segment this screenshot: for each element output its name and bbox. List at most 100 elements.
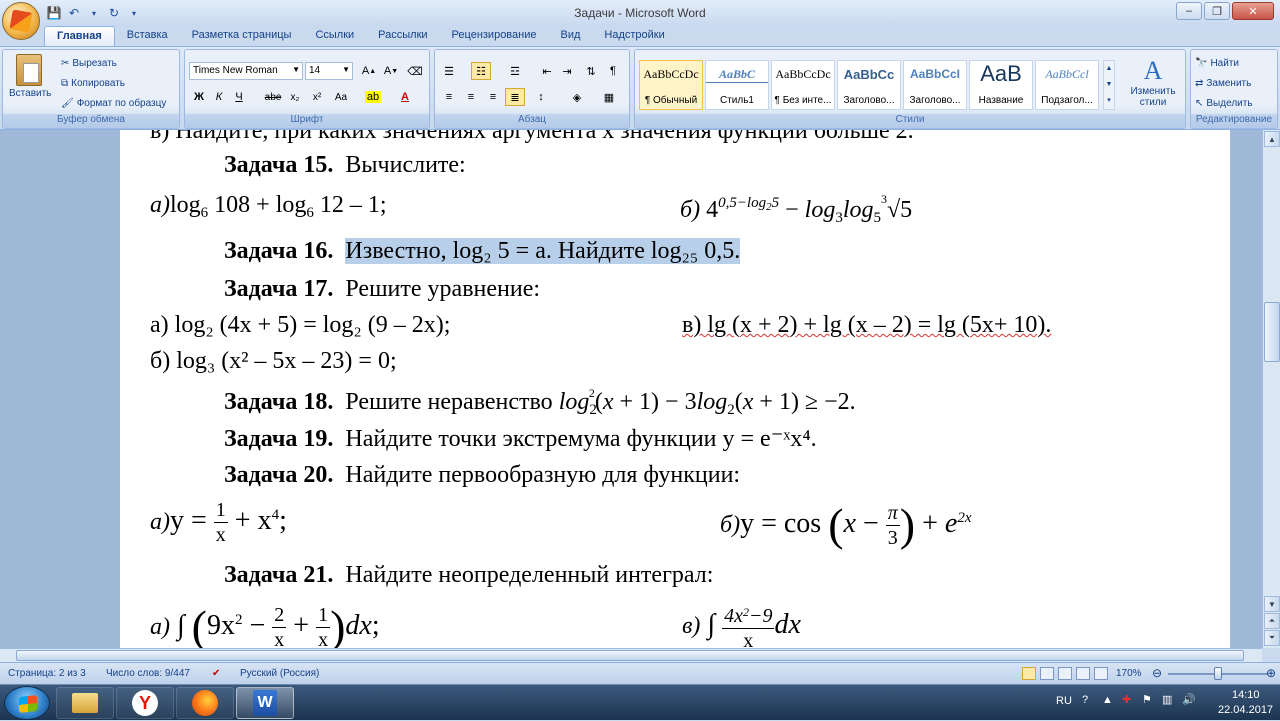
find-button[interactable]: 🔭 Найти xyxy=(1195,54,1239,72)
help-icon[interactable]: ? xyxy=(1082,694,1088,706)
tab-insert[interactable]: Вставка xyxy=(115,26,180,46)
clock-date[interactable]: 22.04.2017 xyxy=(1218,704,1273,716)
select-button[interactable]: ↖ Выделить xyxy=(1195,94,1253,112)
zoom-in-icon[interactable]: ⊕ xyxy=(1266,666,1276,680)
restore-button[interactable]: ❐ xyxy=(1204,2,1230,20)
proofing-icon[interactable]: ✔ xyxy=(212,668,220,679)
style-name: Заголово... xyxy=(843,95,895,106)
style-subtitle[interactable]: AaBbCcl Подзагол... xyxy=(1035,60,1099,110)
style-title[interactable]: AaB Название xyxy=(969,60,1033,110)
justify-icon[interactable]: ≣ xyxy=(505,88,525,106)
decrease-indent-icon[interactable]: ⇤ xyxy=(537,62,557,80)
tab-home[interactable]: Главная xyxy=(44,26,115,46)
style-heading-1[interactable]: AaBbCc Заголово... xyxy=(837,60,901,110)
scroll-thumb[interactable] xyxy=(1264,302,1280,362)
change-case-button[interactable]: Aa xyxy=(331,88,351,106)
input-language[interactable]: RU xyxy=(1056,695,1072,707)
clock-time[interactable]: 14:10 xyxy=(1232,689,1260,701)
scroll-down-icon[interactable]: ▼ xyxy=(1264,596,1280,612)
superscript-button[interactable]: x² xyxy=(307,88,327,106)
next-page-icon[interactable]: ⏷ xyxy=(1264,630,1280,646)
document-page[interactable]: в) Найдите, при каких значениях аргумент… xyxy=(120,130,1230,648)
align-right-icon[interactable]: ≡ xyxy=(483,88,503,106)
minimize-button[interactable]: – xyxy=(1176,2,1202,20)
item-letter: а) xyxy=(150,192,170,218)
grow-font-button[interactable]: A ▲ xyxy=(359,62,379,80)
multilevel-list-icon[interactable]: ☲ xyxy=(505,62,525,80)
network-icon[interactable]: ▥ xyxy=(1162,693,1172,706)
show-marks-icon[interactable]: ¶ xyxy=(603,62,623,80)
zoom-out-icon[interactable]: ⊖ xyxy=(1152,666,1162,680)
web-layout-icon[interactable] xyxy=(1058,667,1072,680)
document-area[interactable]: в) Найдите, при каких значениях аргумент… xyxy=(0,130,1262,648)
underline-button[interactable]: Ч xyxy=(229,88,249,106)
yandex-taskbar-button[interactable]: Y xyxy=(116,687,174,719)
scroll-up-icon[interactable]: ▲ xyxy=(1264,131,1280,147)
tab-mailings[interactable]: Рассылки xyxy=(366,26,439,46)
prev-page-icon[interactable]: ⏶ xyxy=(1264,613,1280,629)
strikethrough-button[interactable]: abe xyxy=(263,88,283,106)
firefox-taskbar-button[interactable] xyxy=(176,687,234,719)
tab-addins[interactable]: Надстройки xyxy=(592,26,676,46)
shrink-font-button[interactable]: A ▼ xyxy=(381,62,401,80)
notifications-icon[interactable]: ▲ xyxy=(1102,694,1113,706)
sort-icon[interactable]: ⇅ xyxy=(581,62,601,80)
print-layout-icon[interactable] xyxy=(1022,667,1036,680)
outline-icon[interactable] xyxy=(1076,667,1090,680)
vertical-scrollbar[interactable]: ▲ ▼ ⏶ ⏷ xyxy=(1262,130,1280,648)
office-button[interactable] xyxy=(2,2,40,40)
subscript-button[interactable]: x₂ xyxy=(285,88,305,106)
tab-review[interactable]: Рецензирование xyxy=(440,26,549,46)
increase-indent-icon[interactable]: ⇥ xyxy=(557,62,577,80)
bullets-icon[interactable]: ☰ xyxy=(439,62,459,80)
antivirus-icon[interactable]: ✚ xyxy=(1122,693,1131,706)
close-button[interactable]: ✕ xyxy=(1232,2,1274,20)
clear-format-icon[interactable]: ⌫ xyxy=(405,62,425,80)
word-taskbar-button[interactable]: W xyxy=(236,687,294,719)
style-no-spacing[interactable]: AaBbCcDc ¶ Без инте... xyxy=(771,60,835,110)
tab-page-layout[interactable]: Разметка страницы xyxy=(180,26,304,46)
page-count[interactable]: Страница: 2 из 3 xyxy=(8,668,86,679)
align-center-icon[interactable]: ≡ xyxy=(461,88,481,106)
change-styles-button[interactable]: A Изменить стили xyxy=(1123,56,1183,108)
style-normal[interactable]: AaBbCcDc ¶ Обычный xyxy=(639,60,703,110)
tab-view[interactable]: Вид xyxy=(549,26,593,46)
align-left-icon[interactable]: ≡ xyxy=(439,88,459,106)
word-count[interactable]: Число слов: 9/447 xyxy=(106,668,190,679)
font-size-combo[interactable]: 14 ▼ xyxy=(305,62,353,80)
styles-scroll[interactable]: ▲ ▼ ▾ xyxy=(1103,60,1115,110)
italic-button[interactable]: К xyxy=(209,88,229,106)
format-painter-button[interactable]: 🖌 Формат по образцу xyxy=(61,94,166,112)
bold-button[interactable]: Ж xyxy=(189,88,209,106)
action-center-icon[interactable]: ⚑ xyxy=(1142,693,1152,706)
zoom-level[interactable]: 170% xyxy=(1116,668,1142,679)
clipboard-group-label: Буфер обмена xyxy=(3,114,179,128)
highlight-icon[interactable]: ab xyxy=(363,88,383,106)
numbering-icon[interactable]: ☷ xyxy=(471,62,491,80)
font-color-icon[interactable]: A xyxy=(395,88,415,106)
volume-icon[interactable]: 🔊 xyxy=(1182,693,1196,706)
replace-button[interactable]: ⇄ Заменить xyxy=(1195,74,1251,92)
paste-button[interactable]: Вставить xyxy=(9,54,51,99)
explorer-taskbar-button[interactable] xyxy=(56,687,114,719)
font-name-combo[interactable]: Times New Roman ▼ xyxy=(189,62,303,80)
style-heading-2[interactable]: AaBbCcI Заголово... xyxy=(903,60,967,110)
horizontal-scrollbar[interactable] xyxy=(0,648,1262,662)
shading-icon[interactable]: ◈ xyxy=(567,88,587,106)
tab-references[interactable]: Ссылки xyxy=(303,26,366,46)
copy-button[interactable]: ⧉ Копировать xyxy=(61,74,125,92)
language-status[interactable]: Русский (Россия) xyxy=(240,668,319,679)
style-1[interactable]: AaBbC Стиль1 xyxy=(705,60,769,110)
style-sample: AaBbCc xyxy=(843,67,895,82)
borders-icon[interactable]: ▦ xyxy=(599,88,619,106)
full-screen-reading-icon[interactable] xyxy=(1040,667,1054,680)
draft-icon[interactable] xyxy=(1094,667,1108,680)
start-button[interactable] xyxy=(4,686,50,720)
hscroll-thumb[interactable] xyxy=(16,650,1244,661)
word-window: 💾 ↶ ▾ ↻ ▾ Задачи - Microsoft Word – ❐ ✕ … xyxy=(0,0,1280,720)
firefox-icon xyxy=(192,690,218,716)
line-spacing-icon[interactable]: ↕ xyxy=(531,88,551,106)
zoom-slider-knob[interactable] xyxy=(1214,667,1222,680)
selected-text[interactable]: Известно, log₂ 5 = a. Найдите log₂₅ 0,5. xyxy=(345,238,741,264)
cut-button[interactable]: ✂ Вырезать xyxy=(61,54,117,72)
